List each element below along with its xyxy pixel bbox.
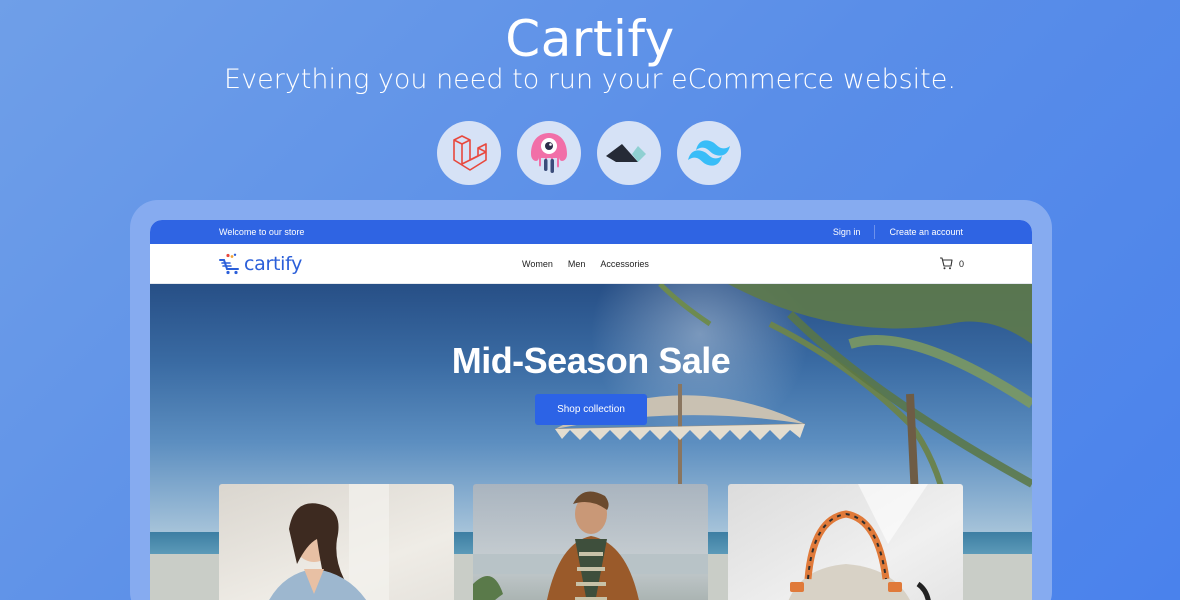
man-photo: [473, 491, 708, 600]
cart-button[interactable]: 0: [939, 257, 964, 270]
store-navbar: cartify Women Men Accessories 0: [150, 244, 1032, 284]
create-account-link[interactable]: Create an account: [889, 227, 963, 237]
cart-count: 0: [959, 258, 965, 269]
promo-title: Cartify: [505, 10, 675, 68]
woman-photo: [269, 484, 389, 600]
nav-women[interactable]: Women: [522, 259, 553, 269]
shopping-cart-icon: [940, 257, 953, 270]
welcome-text: Welcome to our store: [219, 227, 305, 237]
category-card-men[interactable]: [473, 484, 708, 600]
banner-headline: Mid-Season Sale: [451, 340, 731, 381]
store-preview: Welcome to our store Sign in Create an a…: [150, 220, 1032, 600]
hero-banner: Mid-Season Sale Shop collection: [150, 284, 1032, 600]
cart-logo-icon: [219, 253, 239, 275]
main-nav: Women Men Accessories: [522, 244, 649, 284]
store-topbar: Welcome to our store Sign in Create an a…: [150, 220, 1032, 244]
category-card-accessories[interactable]: [728, 484, 963, 600]
category-card-women[interactable]: [219, 484, 454, 600]
nav-accessories[interactable]: Accessories: [600, 259, 649, 269]
nav-men[interactable]: Men: [568, 259, 586, 269]
sign-in-link[interactable]: Sign in: [833, 227, 861, 237]
shop-collection-button[interactable]: Shop collection: [535, 394, 647, 425]
livewire-icon: [517, 121, 581, 185]
laravel-icon: [437, 121, 501, 185]
logo-text: cartify: [244, 253, 303, 275]
promo-subtitle: Everything you need to run your eCommerc…: [224, 64, 956, 95]
topbar-divider: [874, 225, 876, 239]
bag-photo: [788, 484, 931, 600]
filament-icon: [597, 121, 661, 185]
store-logo[interactable]: cartify: [218, 253, 302, 275]
tailwind-icon: [677, 121, 741, 185]
tech-stack-row: [437, 121, 741, 185]
